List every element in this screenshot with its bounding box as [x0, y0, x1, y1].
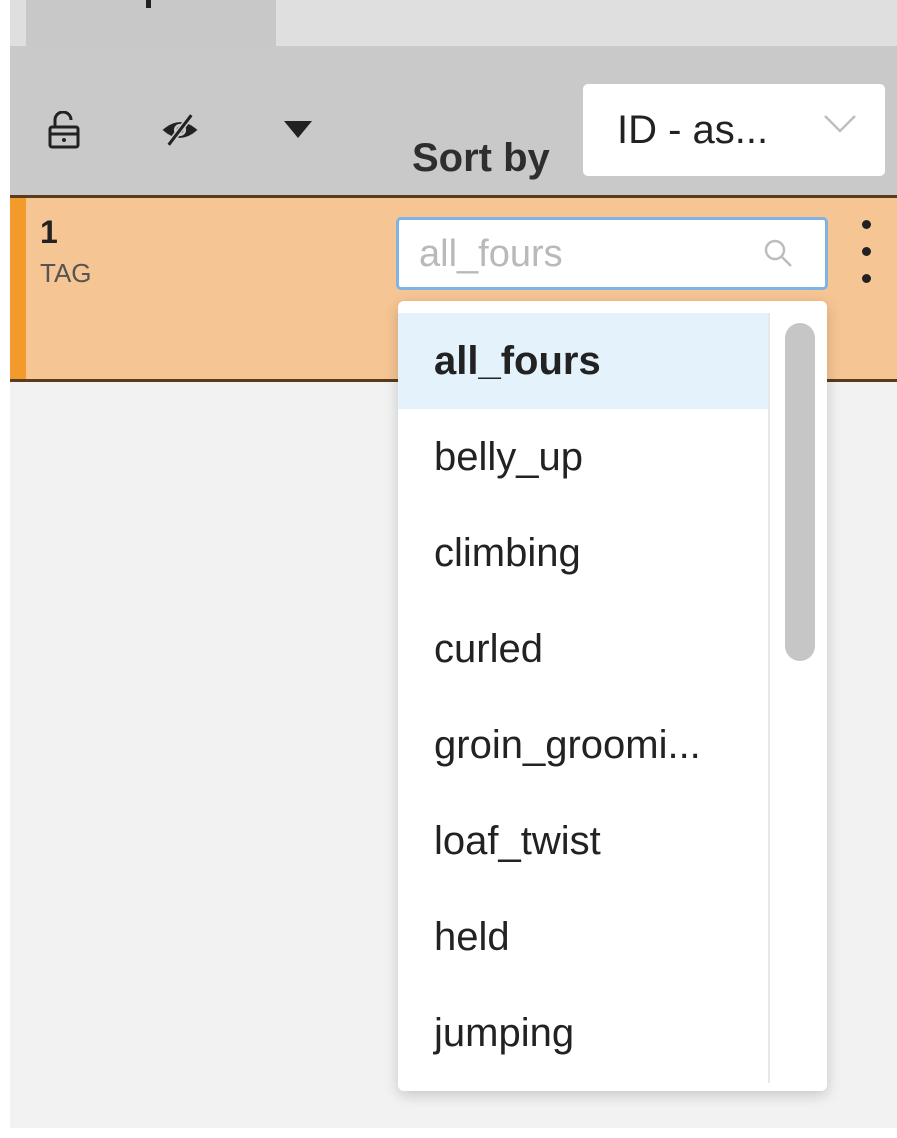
tab-active[interactable]	[26, 0, 276, 46]
dropdown-option-loaf-twist[interactable]: loaf_twist	[398, 793, 768, 889]
row-type-label: TAG	[40, 258, 92, 288]
tag-dropdown: all_fours belly_up climbing curled groin…	[398, 301, 827, 1091]
unlock-icon[interactable]	[44, 110, 84, 150]
tag-option-list: all_fours belly_up climbing curled groin…	[398, 313, 768, 1081]
chevron-down-icon	[823, 114, 857, 139]
toolbar: Sort by ID - as...	[10, 46, 897, 195]
eye-slash-icon[interactable]	[160, 110, 200, 150]
tag-search-input[interactable]	[419, 230, 739, 278]
dropdown-scroll-track	[768, 313, 770, 1083]
caret-down-icon[interactable]	[278, 110, 318, 150]
sort-by-label: Sort by	[412, 136, 550, 180]
dropdown-option-curled[interactable]: curled	[398, 601, 768, 697]
search-icon	[763, 238, 793, 273]
dropdown-option-jumping[interactable]: jumping	[398, 985, 768, 1081]
tab-strip	[10, 0, 897, 46]
dropdown-option-held[interactable]: held	[398, 889, 768, 985]
sort-select-value: ID - as...	[617, 108, 769, 152]
dropdown-option-climbing[interactable]: climbing	[398, 505, 768, 601]
annotation-panel: Sort by ID - as... 1 TAG all_fours all_f…	[10, 0, 897, 1128]
tag-search-field[interactable]	[396, 217, 828, 290]
dropdown-option-all-fours[interactable]: all_fours	[398, 313, 768, 409]
tab-indicator	[146, 0, 151, 8]
dropdown-option-belly-up[interactable]: belly_up	[398, 409, 768, 505]
dropdown-option-groin-grooming[interactable]: groin_groomi...	[398, 697, 768, 793]
row-more-menu-icon[interactable]	[858, 220, 874, 286]
row-id: 1	[40, 214, 58, 250]
row-accent-bar	[10, 198, 26, 379]
dropdown-scrollbar-thumb[interactable]	[785, 323, 815, 661]
sort-select[interactable]: ID - as...	[583, 84, 885, 176]
